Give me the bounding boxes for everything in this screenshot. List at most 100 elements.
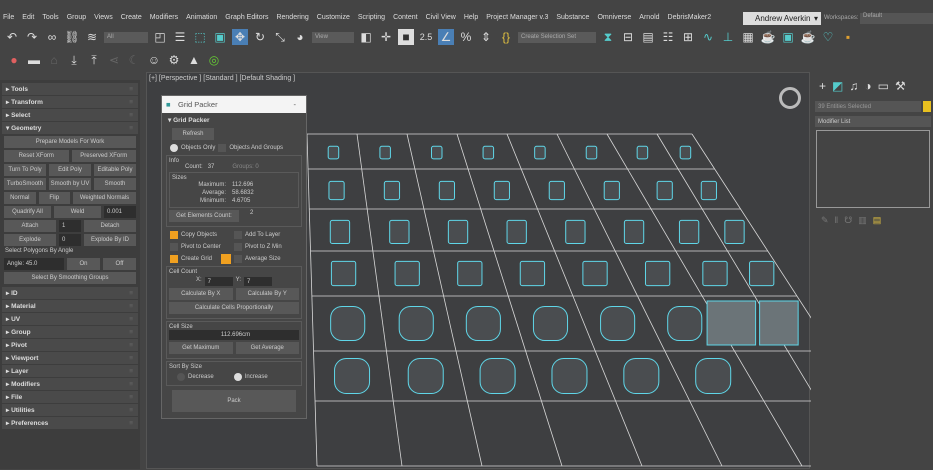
rollout-header[interactable]: ▾ Grid Packer: [162, 113, 306, 127]
ring-logo-icon[interactable]: ◎: [206, 52, 222, 68]
user-account-dropdown[interactable]: Andrew Averkin ▾: [743, 12, 821, 25]
workspace-select[interactable]: Default: [860, 13, 933, 24]
scale-icon[interactable]: ⤡: [272, 29, 288, 45]
share-icon[interactable]: ⋖: [106, 52, 122, 68]
configure-sets-icon[interactable]: ▤: [873, 215, 882, 226]
select-manipulate-icon[interactable]: ✛: [378, 29, 394, 45]
rollout-group[interactable]: ▸ Group: [2, 326, 138, 338]
gear-icon[interactable]: ⚙: [166, 52, 182, 68]
viewport-label[interactable]: [+] [Perspective ] [Standard ] [Default …: [149, 75, 295, 82]
flip-button[interactable]: Flip: [38, 192, 70, 204]
redo-icon[interactable]: ↷: [24, 29, 40, 45]
rollout-transform[interactable]: ▸ Transform: [2, 96, 138, 108]
pack-button[interactable]: Pack: [172, 390, 296, 412]
menu-content[interactable]: Content: [393, 14, 418, 21]
named-selection-set-dropdown[interactable]: Create Selection Set: [518, 31, 596, 43]
menu-help[interactable]: Help: [464, 14, 478, 21]
attach-button[interactable]: Attach: [4, 220, 56, 232]
face-icon[interactable]: ☺: [146, 52, 162, 68]
scene-explorer-icon[interactable]: ▤: [640, 29, 656, 45]
undo-icon[interactable]: ↶: [4, 29, 20, 45]
get-average-button[interactable]: Get Average: [235, 342, 299, 354]
projects-icon[interactable]: ⌂: [46, 52, 62, 68]
render-icon[interactable]: ☕: [800, 29, 816, 45]
percent-snap-icon[interactable]: %: [458, 29, 474, 45]
angle-off-button[interactable]: Off: [103, 258, 136, 270]
rollout-layer[interactable]: ▸ Layer: [2, 365, 138, 377]
weld-button[interactable]: Weld: [54, 206, 101, 218]
window-crossing-icon[interactable]: ▣: [212, 29, 228, 45]
prepare-models-button[interactable]: Prepare Models For Work: [4, 136, 136, 148]
move-icon[interactable]: ✥: [232, 29, 248, 45]
edit-poly-button[interactable]: Edit Poly: [49, 164, 91, 176]
reference-coordinate-dropdown[interactable]: View: [312, 31, 354, 43]
render-setup-icon[interactable]: ☕: [760, 29, 776, 45]
rollout-viewport[interactable]: ▸ Viewport: [2, 352, 138, 364]
menu-modifiers[interactable]: Modifiers: [150, 14, 178, 21]
smooth-button[interactable]: Smooth: [94, 178, 136, 190]
show-end-result-icon[interactable]: ‖: [835, 215, 839, 226]
copy-objects-checkbox[interactable]: Copy Objects: [170, 229, 234, 240]
place-icon[interactable]: ◕: [292, 29, 308, 45]
x-spinner[interactable]: 7: [204, 277, 233, 286]
menu-views[interactable]: Views: [94, 14, 113, 21]
select-smoothing-groups-button[interactable]: Select By Smoothing Groups: [4, 272, 136, 284]
curve-editor-icon[interactable]: ∿: [700, 29, 716, 45]
explode-button[interactable]: Explode: [4, 234, 56, 246]
add-to-layer-checkbox[interactable]: Add To Layer: [234, 229, 298, 240]
menu-arnold[interactable]: Arnold: [639, 14, 659, 21]
rollout-select[interactable]: ▸ Select: [2, 109, 138, 121]
user-icon[interactable]: ●: [6, 52, 22, 68]
modify-tab-icon[interactable]: ◩: [832, 79, 843, 93]
pin-stack-icon[interactable]: ✎: [821, 215, 829, 226]
menu-rendering[interactable]: Rendering: [276, 14, 308, 21]
normal-button[interactable]: Normal: [4, 192, 36, 204]
menu-customize[interactable]: Customize: [317, 14, 350, 21]
rollout-modifiers[interactable]: ▸ Modifiers: [2, 378, 138, 390]
smooth-by-uv-button[interactable]: Smooth by UV: [49, 178, 91, 190]
explode-by-id-button[interactable]: Explode By ID: [84, 234, 136, 246]
rollout-pivot[interactable]: ▸ Pivot: [2, 339, 138, 351]
mirror-icon[interactable]: ⧗: [600, 29, 616, 45]
display-tab-icon[interactable]: ▭: [878, 79, 889, 93]
get-maximum-button[interactable]: Get Maximum: [169, 342, 233, 354]
rollout-tools[interactable]: ▸ Tools: [2, 83, 138, 95]
menu-edit[interactable]: Edit: [22, 14, 34, 21]
pivot-center-icon[interactable]: ◧: [358, 29, 374, 45]
remove-modifier-icon[interactable]: ▥: [858, 215, 867, 226]
calculate-proportionally-button[interactable]: Calculate Cells Proportionally: [169, 302, 299, 314]
angle-snap-icon[interactable]: ∠: [438, 29, 454, 45]
menu-file[interactable]: File: [3, 14, 14, 21]
turbosmooth-button[interactable]: TurboSmooth: [4, 178, 46, 190]
rollout-uv[interactable]: ▸ UV: [2, 313, 138, 325]
detach-button[interactable]: Detach: [84, 220, 136, 232]
quadrify-all-button[interactable]: Quadrify All: [4, 206, 51, 218]
editable-poly-button[interactable]: Editable Poly: [94, 164, 136, 176]
rendered-frame-icon[interactable]: ▣: [780, 29, 796, 45]
create-grid-checkbox[interactable]: Create Grid: [170, 253, 234, 264]
weld-threshold-spinner[interactable]: 0.001: [104, 206, 136, 218]
rotate-icon[interactable]: ↻: [252, 29, 268, 45]
rollout-geometry[interactable]: ▾ Geometry: [2, 122, 138, 134]
menu-debrismaker2[interactable]: DebrisMaker2: [668, 14, 712, 21]
angle-on-button[interactable]: On: [67, 258, 100, 270]
refresh-button[interactable]: Refresh: [172, 128, 214, 140]
link-icon[interactable]: ∞: [44, 29, 60, 45]
object-color-swatch[interactable]: [923, 101, 931, 112]
graduation-cap-icon[interactable]: ▲: [186, 52, 202, 68]
rollout-preferences[interactable]: ▸ Preferences: [2, 417, 138, 429]
menu-create[interactable]: Create: [121, 14, 142, 21]
folder-icon[interactable]: ▬: [26, 52, 42, 68]
pivot-to-zmin-checkbox[interactable]: Pivot to Z Min: [234, 241, 298, 252]
material-editor-icon[interactable]: ▦: [740, 29, 756, 45]
select-object-icon[interactable]: ◰: [152, 29, 168, 45]
average-size-checkbox[interactable]: Average Size: [234, 253, 298, 264]
attach-spinner[interactable]: 1: [59, 220, 81, 232]
menu-substance[interactable]: Substance: [556, 14, 589, 21]
hierarchy-tab-icon[interactable]: ♫: [849, 79, 858, 93]
objects-and-groups-checkbox[interactable]: Objects And Groups: [218, 142, 283, 153]
render-online-icon[interactable]: ♡: [820, 29, 836, 45]
menu-tools[interactable]: Tools: [42, 14, 58, 21]
calculate-by-x-button[interactable]: Calculate By X: [169, 288, 233, 300]
calculate-by-y-button[interactable]: Calculate By Y: [235, 288, 299, 300]
